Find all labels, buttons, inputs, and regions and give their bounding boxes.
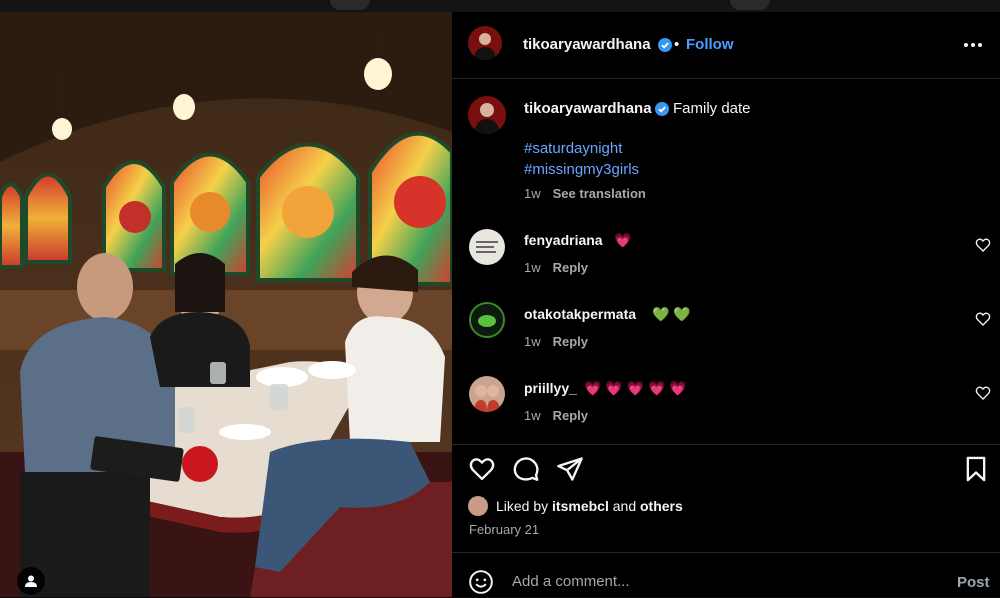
- comment-meta: 1w Reply: [524, 334, 588, 349]
- commenter-avatar[interactable]: [469, 302, 505, 338]
- hashtag-link[interactable]: #missingmy3girls: [524, 161, 639, 178]
- top-strip: [0, 0, 1000, 12]
- bookmark-icon[interactable]: [962, 455, 990, 483]
- caption-avatar[interactable]: [468, 96, 506, 134]
- likes-summary: Liked by itsmebcl and others: [496, 498, 683, 514]
- verified-badge-icon: [655, 102, 669, 116]
- comment-input[interactable]: [512, 573, 932, 590]
- owner-avatar[interactable]: [468, 26, 502, 60]
- liked-by-avatar[interactable]: [468, 496, 488, 516]
- follow-button[interactable]: Follow: [686, 36, 734, 53]
- caption-username[interactable]: tikoaryawardhana: [524, 100, 652, 117]
- like-comment-heart-icon[interactable]: [975, 237, 991, 253]
- header-separator: •: [674, 36, 680, 53]
- likes-joiner: and: [612, 498, 637, 514]
- strip-thumb: [730, 0, 770, 10]
- post-comment-button[interactable]: Post: [957, 574, 990, 591]
- comment-age: 1w: [524, 334, 541, 349]
- commenter-avatar[interactable]: [469, 229, 505, 265]
- caption-text: Family date: [673, 100, 751, 117]
- comment-text: 💗: [614, 232, 632, 248]
- user-tag-icon[interactable]: [17, 567, 45, 595]
- commenter-username[interactable]: priillyy_: [524, 380, 577, 396]
- like-comment-heart-icon[interactable]: [975, 311, 991, 327]
- post-date: February 21: [469, 522, 540, 537]
- verified-badge-icon: [658, 38, 672, 52]
- caption-meta: 1w See translation: [524, 186, 646, 201]
- share-icon[interactable]: [556, 455, 584, 483]
- reply-button[interactable]: Reply: [553, 408, 588, 423]
- reply-button[interactable]: Reply: [553, 334, 588, 349]
- commenter-avatar[interactable]: [469, 376, 505, 412]
- comment-icon[interactable]: [512, 455, 540, 483]
- post-actions: [452, 444, 1000, 489]
- emoji-icon[interactable]: [468, 569, 494, 595]
- owner-username[interactable]: tikoaryawardhana: [523, 36, 651, 53]
- liked-by-user[interactable]: itsmebcl: [552, 498, 609, 514]
- post-detail-panel: tikoaryawardhana • Follow tikoaryawardha…: [452, 12, 1000, 597]
- heart-icon[interactable]: [468, 455, 496, 483]
- comment-text: 💗 💗 💗 💗 💗: [584, 380, 687, 396]
- comment-composer: Post: [452, 552, 1000, 598]
- comment-meta: 1w Reply: [524, 260, 588, 275]
- likes-others[interactable]: others: [640, 498, 683, 514]
- likes-prefix: Liked by: [496, 498, 549, 514]
- post-photo[interactable]: [0, 12, 452, 597]
- post-header: tikoaryawardhana • Follow: [452, 12, 1000, 79]
- hashtag-link[interactable]: #saturdaynight: [524, 140, 622, 157]
- more-options-icon[interactable]: [964, 35, 986, 55]
- comment-age: 1w: [524, 408, 541, 423]
- commenter-username[interactable]: otakotakpermata: [524, 306, 636, 322]
- see-translation-link[interactable]: See translation: [553, 186, 646, 201]
- like-comment-heart-icon[interactable]: [975, 385, 991, 401]
- caption-age: 1w: [524, 186, 541, 201]
- strip-thumb: [330, 0, 370, 10]
- reply-button[interactable]: Reply: [553, 260, 588, 275]
- commenter-username[interactable]: fenyadriana: [524, 232, 603, 248]
- comment-age: 1w: [524, 260, 541, 275]
- comment-meta: 1w Reply: [524, 408, 588, 423]
- comment-text: 💚 💚: [652, 306, 691, 322]
